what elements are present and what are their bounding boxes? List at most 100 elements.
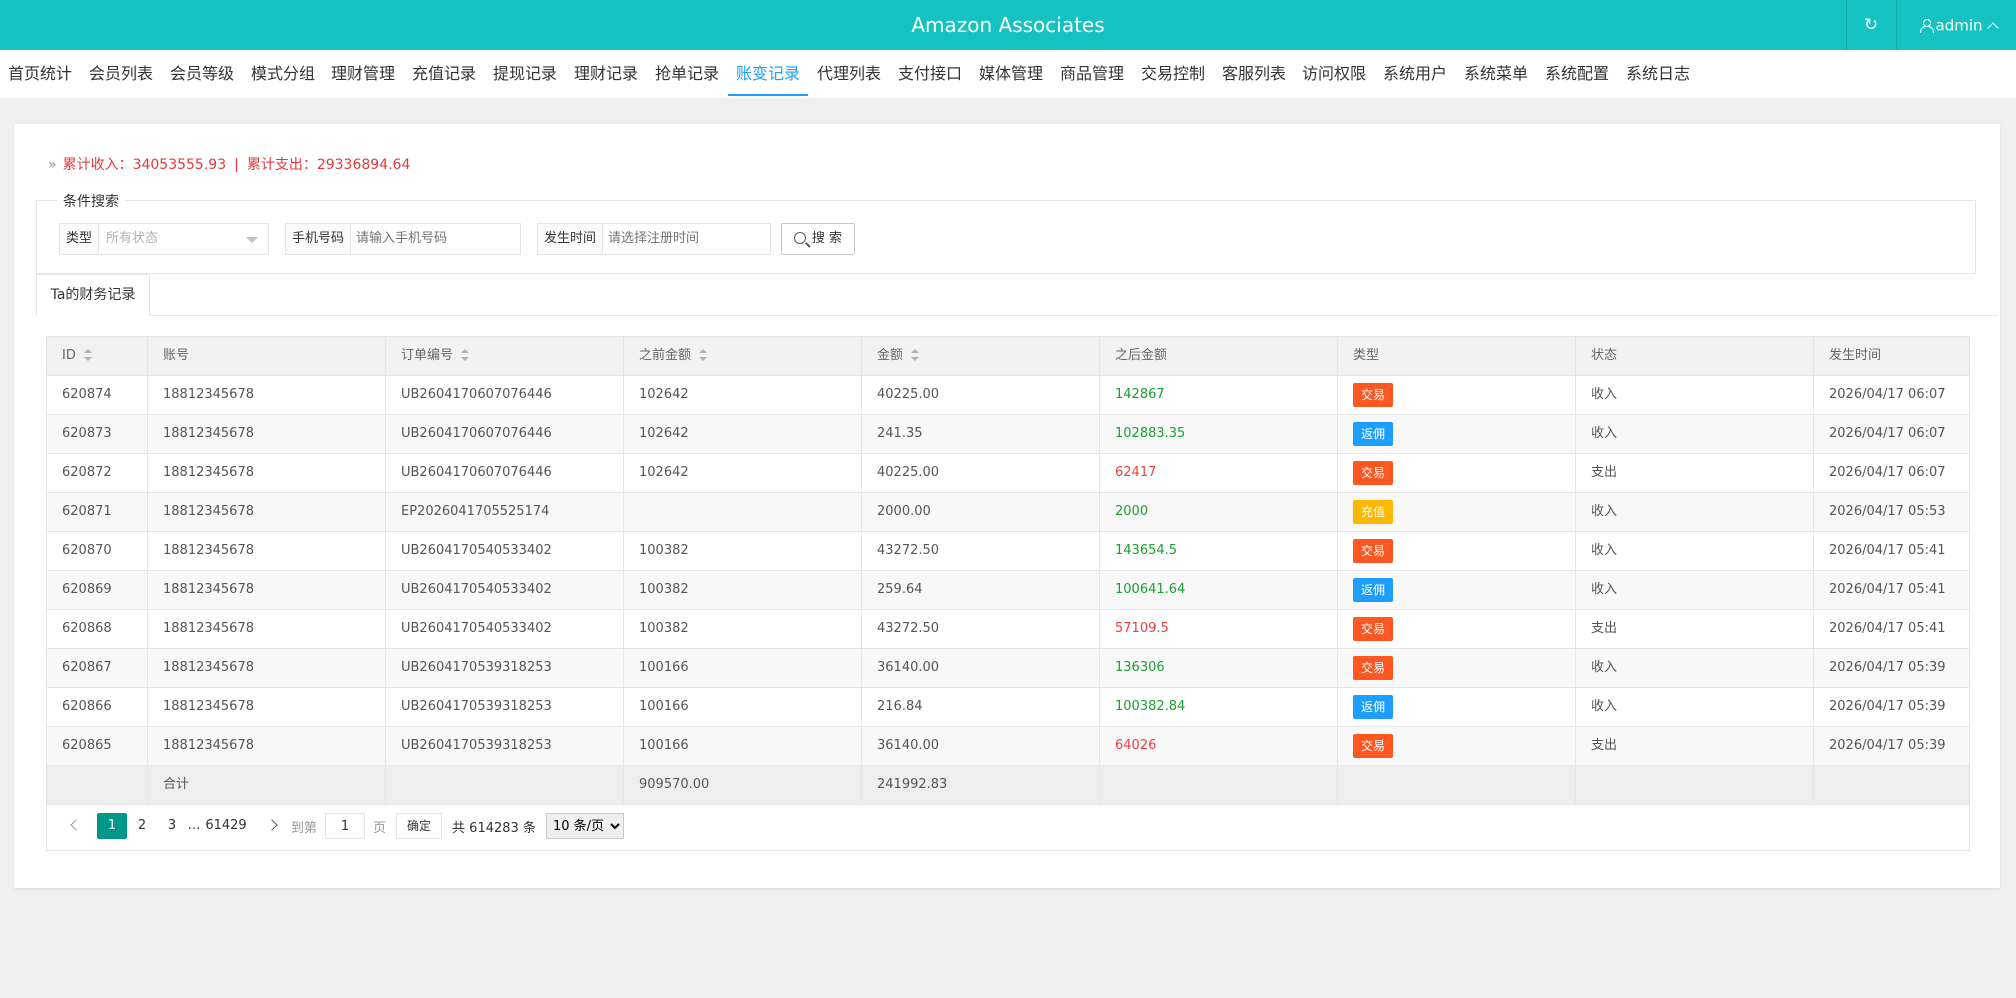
- table-row: 620866 18812345678 UB2604170539318253 10016…: [47, 688, 1969, 727]
- page-2-button[interactable]: 2: [127, 813, 157, 839]
- income-label: 累计收入：: [62, 157, 133, 173]
- cell-type: 交易: [1338, 727, 1576, 765]
- cell-time: 2026/04/17 05:41: [1829, 621, 1946, 636]
- nav-item[interactable]: 访问权限: [1302, 50, 1366, 98]
- search-button-label: 搜 索: [811, 231, 843, 246]
- page-size-select[interactable]: 10 条/页: [545, 813, 624, 839]
- cell-order-number: UB2604170540533402: [386, 532, 624, 570]
- refresh-icon[interactable]: ↻: [1846, 0, 1896, 50]
- app-title: Amazon Associates: [911, 13, 1105, 37]
- column-header[interactable]: 金额: [862, 337, 1100, 375]
- type-badge: 交易: [1353, 538, 1394, 563]
- page-last-button[interactable]: 61429: [201, 813, 251, 839]
- goto-confirm-button[interactable]: 确定: [396, 813, 443, 839]
- user-icon: [1919, 19, 1934, 33]
- type-badge: 充值: [1353, 499, 1394, 524]
- nav-item[interactable]: 系统配置: [1545, 50, 1609, 98]
- cell-before-amount: 100382: [624, 610, 862, 648]
- cell-after-amount: 102883.35: [1100, 415, 1338, 453]
- sort-icon[interactable]: [461, 348, 470, 361]
- nav-item[interactable]: 商品管理: [1060, 50, 1124, 98]
- cell-id: 620870: [47, 532, 148, 570]
- cell-time: 2026/04/17 05:41: [1829, 543, 1946, 558]
- nav-item[interactable]: 提现记录: [493, 50, 557, 98]
- page-1-button[interactable]: 1: [97, 813, 127, 839]
- pagination-bar: 1 2 3 … 61429 到第 页 确定 共 614283 条 10 条/页: [47, 805, 1969, 850]
- nav-item[interactable]: 媒体管理: [979, 50, 1043, 98]
- column-header[interactable]: 订单编号: [386, 337, 624, 375]
- phone-input[interactable]: [356, 224, 516, 254]
- nav-item[interactable]: 系统用户: [1383, 50, 1447, 98]
- nav-item[interactable]: 会员列表: [89, 50, 153, 98]
- nav-item[interactable]: 首页统计: [8, 50, 72, 98]
- sort-icon[interactable]: [699, 348, 708, 361]
- goto-label: 到第: [291, 820, 318, 836]
- footer-cell: [386, 766, 624, 804]
- cell-type: 交易: [1338, 454, 1576, 492]
- nav-item[interactable]: 代理列表: [817, 50, 881, 98]
- type-badge: 返佣: [1353, 694, 1394, 719]
- next-page-button[interactable]: [257, 813, 287, 839]
- cell-after-amount: 100382.84: [1100, 688, 1338, 726]
- nav-item[interactable]: 模式分组: [251, 50, 315, 98]
- expense-label: 累计支出：: [246, 157, 317, 173]
- table-row: 620871 18812345678 EP2026041705525174 2000.…: [47, 493, 1969, 532]
- cell-status: 收入: [1576, 571, 1814, 609]
- table-row: 620867 18812345678 UB2604170539318253 10016…: [47, 649, 1969, 688]
- table-row: 620872 18812345678 UB2604170607076446 10264…: [47, 454, 1969, 493]
- search-button[interactable]: 搜 索: [781, 223, 855, 255]
- goto-page-input[interactable]: [325, 813, 366, 839]
- type-select[interactable]: 类型 所有状态: [59, 223, 269, 255]
- header-divider: [1896, 0, 1897, 50]
- time-input[interactable]: [608, 224, 768, 254]
- sort-icon[interactable]: [911, 348, 920, 361]
- cell-order-number: UB2604170539318253: [386, 649, 624, 687]
- nav-item[interactable]: 系统日志: [1626, 50, 1690, 98]
- nav-item[interactable]: 支付接口: [898, 50, 962, 98]
- type-badge: 交易: [1353, 616, 1394, 641]
- cell-amount: 43272.50: [862, 610, 1100, 648]
- double-chevron-icon: »: [48, 157, 57, 173]
- cell-type: 交易: [1338, 649, 1576, 687]
- column-header[interactable]: ID: [47, 337, 148, 375]
- cell-id: 620868: [47, 610, 148, 648]
- type-label: 类型: [60, 224, 100, 254]
- cell-status: 支出: [1576, 454, 1814, 492]
- nav-item[interactable]: 理财记录: [574, 50, 638, 98]
- footer-label: 合计: [148, 766, 386, 804]
- user-menu[interactable]: admin: [1900, 0, 2016, 50]
- nav-item[interactable]: 客服列表: [1222, 50, 1286, 98]
- nav-item[interactable]: 会员等级: [170, 50, 234, 98]
- type-badge: 交易: [1353, 460, 1394, 485]
- cell-account: 18812345678: [148, 610, 386, 648]
- cell-time: 2026/04/17 05:39: [1829, 660, 1946, 675]
- column-header-label: 账号: [163, 348, 190, 363]
- nav-item[interactable]: 账变记录: [727, 50, 809, 98]
- column-header[interactable]: 之前金额: [624, 337, 862, 375]
- nav-item[interactable]: 交易控制: [1141, 50, 1205, 98]
- cell-before-amount: 100166: [624, 727, 862, 765]
- prev-page-button[interactable]: [61, 813, 91, 839]
- cell-account: 18812345678: [148, 649, 386, 687]
- type-badge: 交易: [1353, 655, 1394, 680]
- cell-order-number: UB2604170539318253: [386, 727, 624, 765]
- page-suffix: 页: [373, 820, 387, 836]
- nav-item[interactable]: 系统菜单: [1464, 50, 1528, 98]
- cell-after-amount: 64026: [1100, 727, 1338, 765]
- nav-item[interactable]: 充值记录: [412, 50, 476, 98]
- cell-account: 18812345678: [148, 493, 386, 531]
- column-header: 状态: [1576, 337, 1814, 375]
- nav-item[interactable]: 抢单记录: [655, 50, 719, 98]
- cell-amount: 43272.50: [862, 532, 1100, 570]
- sort-icon[interactable]: [83, 348, 92, 361]
- column-header-label: 状态: [1591, 348, 1618, 363]
- page-3-button[interactable]: 3: [157, 813, 187, 839]
- table-row: 620874 18812345678 UB2604170607076446 10264…: [47, 376, 1969, 415]
- table-row: 620873 18812345678 UB2604170607076446 10264…: [47, 415, 1969, 454]
- column-header: 之后金额: [1100, 337, 1338, 375]
- tab-finance-records[interactable]: Ta的财务记录: [36, 274, 150, 316]
- column-header: 类型: [1338, 337, 1576, 375]
- nav-item[interactable]: 理财管理: [331, 50, 395, 98]
- column-header-label: 金额: [877, 348, 904, 363]
- footer-amount-total: 241992.83: [862, 766, 1100, 804]
